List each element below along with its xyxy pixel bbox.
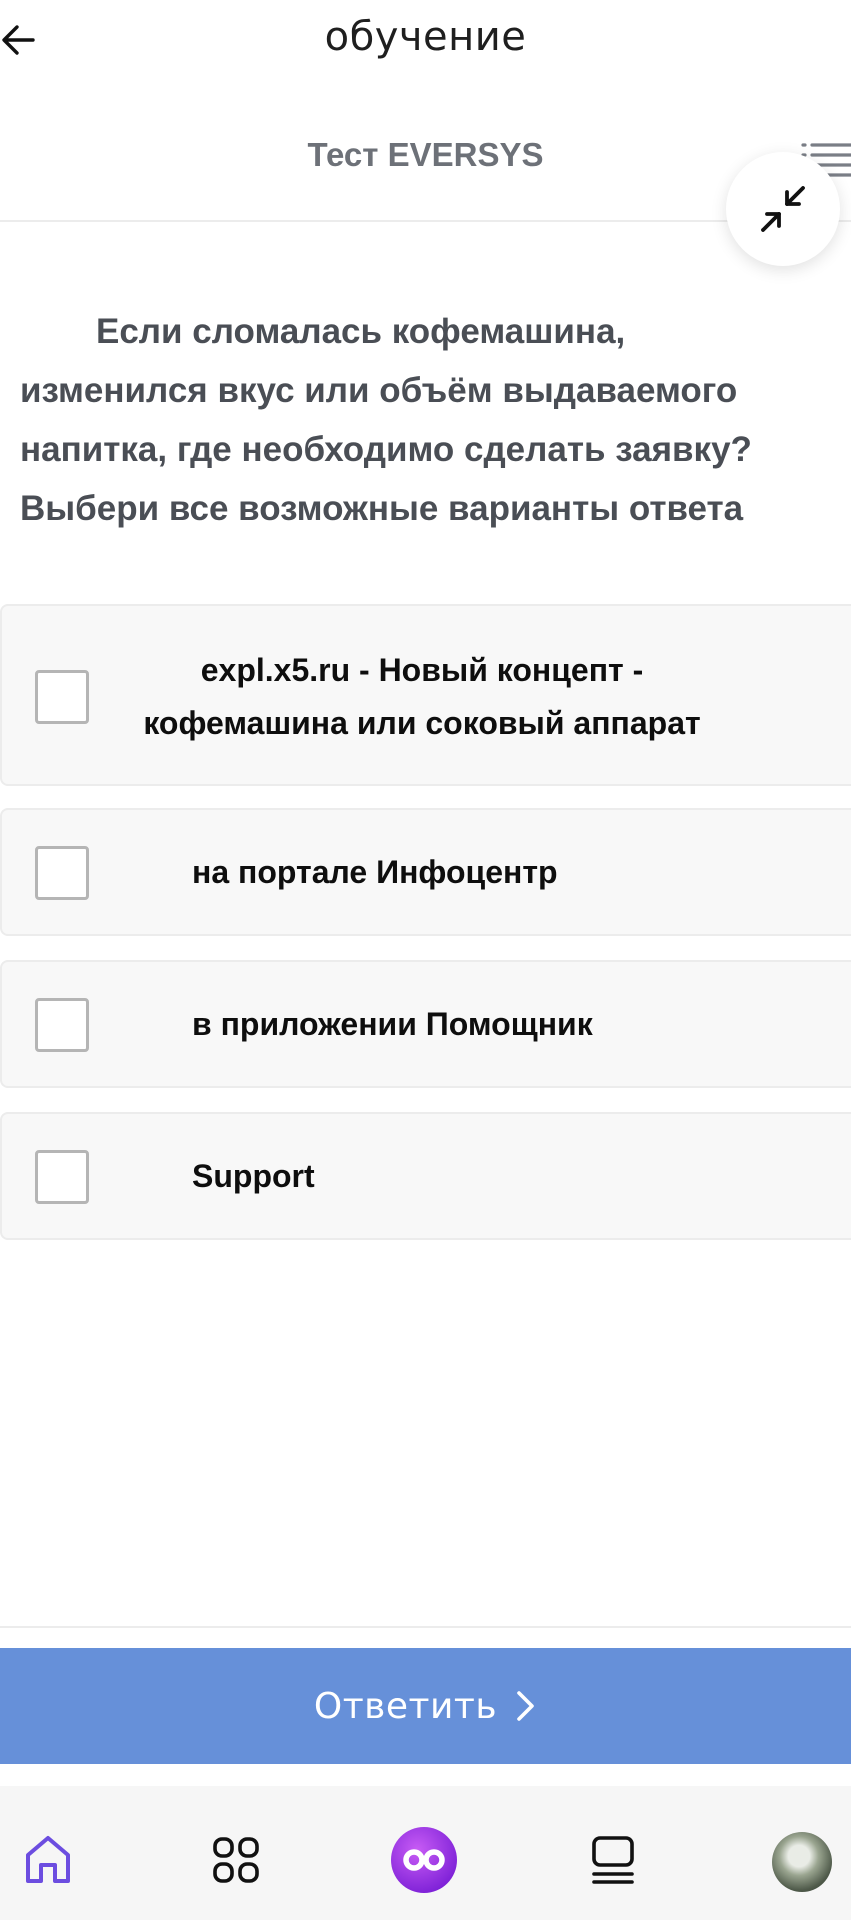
nav-courses[interactable] xyxy=(581,1828,645,1892)
question-text: Если сломалась кофемашина, изменился вку… xyxy=(20,312,752,528)
bottom-nav xyxy=(0,1786,851,1920)
answer-label-line: expl.x5.ru - Новый концепт - xyxy=(200,652,644,688)
answer-label: Support xyxy=(192,1158,315,1194)
nav-home[interactable] xyxy=(16,1828,80,1892)
answer-label: в приложении Помощник xyxy=(192,1006,593,1042)
page-title: обучение xyxy=(324,14,527,60)
courses-icon xyxy=(592,1836,634,1884)
test-header: Тест EVERSYS xyxy=(0,100,851,266)
chevron-right-icon xyxy=(517,1691,534,1721)
submit-label: Ответить xyxy=(313,1685,498,1727)
answer-label-line: кофемашина или соковый аппарат xyxy=(143,705,701,741)
top-bar: обучение xyxy=(0,0,851,80)
divider xyxy=(0,1626,851,1628)
answer-label: на портале Инфоцентр xyxy=(192,854,558,890)
collapse-arrows-icon xyxy=(761,186,805,232)
submit-button[interactable]: Ответить xyxy=(0,1648,851,1764)
home-icon xyxy=(26,1836,70,1883)
infinity-logo-icon xyxy=(391,1827,457,1893)
nav-apps[interactable] xyxy=(204,1828,268,1892)
answer-option[interactable]: expl.x5.ru - Новый концепт - кофемашина … xyxy=(0,604,851,786)
answer-option[interactable]: Support xyxy=(0,1112,851,1240)
answer-checkbox[interactable] xyxy=(35,998,89,1052)
test-title: Тест EVERSYS xyxy=(307,136,544,173)
answer-label: expl.x5.ru - Новый концепт - кофемашина … xyxy=(2,644,842,750)
apps-grid-icon xyxy=(213,1837,259,1883)
answer-checkbox[interactable] xyxy=(35,1150,89,1204)
nav-center[interactable] xyxy=(388,1824,460,1896)
collapse-button[interactable] xyxy=(726,152,840,266)
avatar[interactable] xyxy=(772,1832,832,1892)
answer-option[interactable]: на портале Инфоцентр xyxy=(0,808,851,936)
answer-option[interactable]: в приложении Помощник xyxy=(0,960,851,1088)
answer-checkbox[interactable] xyxy=(35,846,89,900)
